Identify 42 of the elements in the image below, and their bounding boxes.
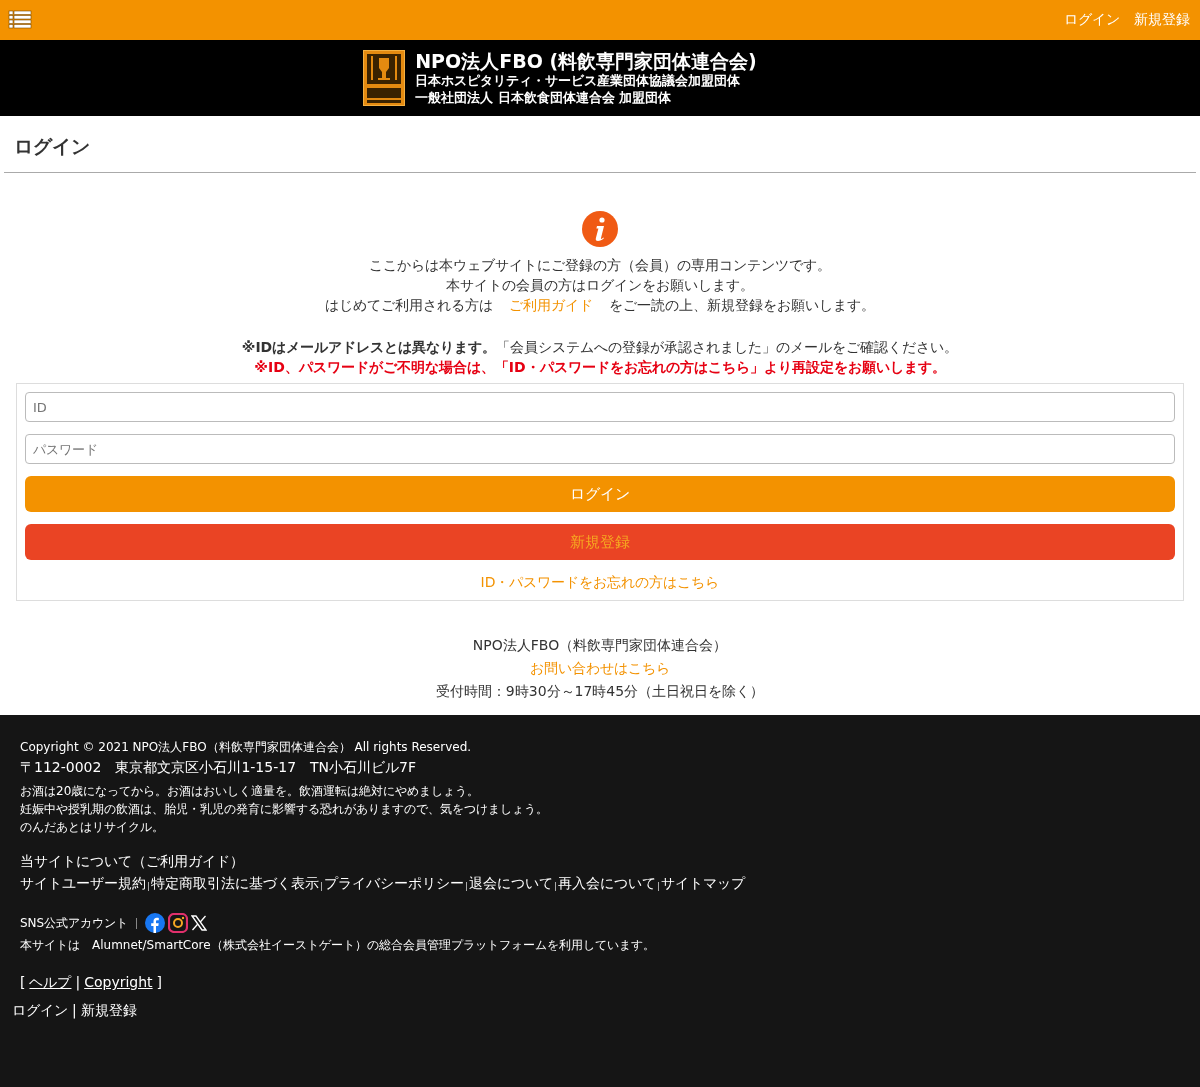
address-text: 〒112-0002 東京都文京区小石川1-15-17 TN小石川ビル7F [20,759,417,777]
separator-text: | [72,1002,77,1020]
logo-drawing [363,50,406,106]
help-link[interactable]: ヘルプ [29,974,72,992]
sns-label: SNS公式アカウント [20,914,129,932]
site-subtitle: 日本ホスピタリティ・サービス産業団体協議会加盟団体 [415,72,742,89]
warning-text: ※ID、パスワードがご不明な場合は、「ID・パスワードをお忘れの方はこちら」より再設定をお願いします。 [253,358,947,377]
notice-text: ここからは本ウェブサイトにご登録の方（会員）の専用コンテンツです。 [369,256,831,275]
footer-link[interactable]: 退会について [469,875,553,893]
platform-note: 本サイトは Alumnet/SmartCore（株式会社イーストゲート）の総合会員管理プラットフォームを利用しています。 [20,937,655,954]
copyright-text: Copyright © 2021 NPO法人FBO（料飲専門家団体連合会） All rights Reserved. [20,739,472,755]
footer-note: 妊娠中や授乳期の飲酒は、胎児・乳児の発育に影響する恐れがありますので、気をつけましょう。 [20,801,548,817]
about-link[interactable]: 当サイトについて（ご利用ガイド） [20,853,244,871]
x-icon[interactable] [191,915,208,931]
notice-text: 本サイトの会員の方はログインをお願いします。 [446,276,754,295]
page-title: ログイン [4,116,1196,173]
instagram-icon[interactable] [168,913,189,933]
notice-text: はじめてご利用される方は [325,296,493,315]
footer-note: お酒は20歳になってから。お酒はおいしく適量を。飲酒運転は絶対にやめましょう。 [20,783,480,799]
footer-link[interactable]: 特定商取引法に基づく表示 [151,875,319,893]
id-field[interactable]: ID [25,392,1175,422]
info-icon [582,211,618,247]
warning-text: ※IDはメールアドレスとは異なります。「会員システムへの登録が承認されました」のメールをご確認ください。 [241,338,959,357]
password-field[interactable]: パスワード [25,434,1175,464]
site-title: NPO法人FBO (料飲専門家団体連合会) [415,50,757,72]
menu-icon[interactable] [8,10,32,30]
footer-note: のんだあとはリサイクル。 [20,819,164,835]
bracket-text: ] [156,974,163,992]
bottom-link[interactable]: ログイン [12,1002,68,1020]
office-hours: 受付時間：9時30分～17時45分（土日祝日を除く） [435,683,765,701]
organization-name: NPO法人FBO（料飲専門家団体連合会） [472,637,728,655]
notice-text: をご一読の上、新規登録をお願いします。 [609,296,875,315]
facebook-icon[interactable] [145,913,166,933]
footer-link[interactable]: サイトマップ [661,875,745,893]
bracket-text: [ [20,974,26,992]
help-link[interactable]: Copyright [84,974,153,992]
footer-link[interactable]: 再入会について [558,875,656,893]
site-subtitle: 一般社団法人 日本飲食団体連合会 加盟団体 [415,89,673,106]
footer-link[interactable]: サイトユーザー規約 [20,875,146,893]
bottom-link[interactable]: 新規登録 [80,1002,137,1020]
separator-text: | [75,974,81,992]
footer-link[interactable]: プライバシーポリシー [324,875,464,893]
